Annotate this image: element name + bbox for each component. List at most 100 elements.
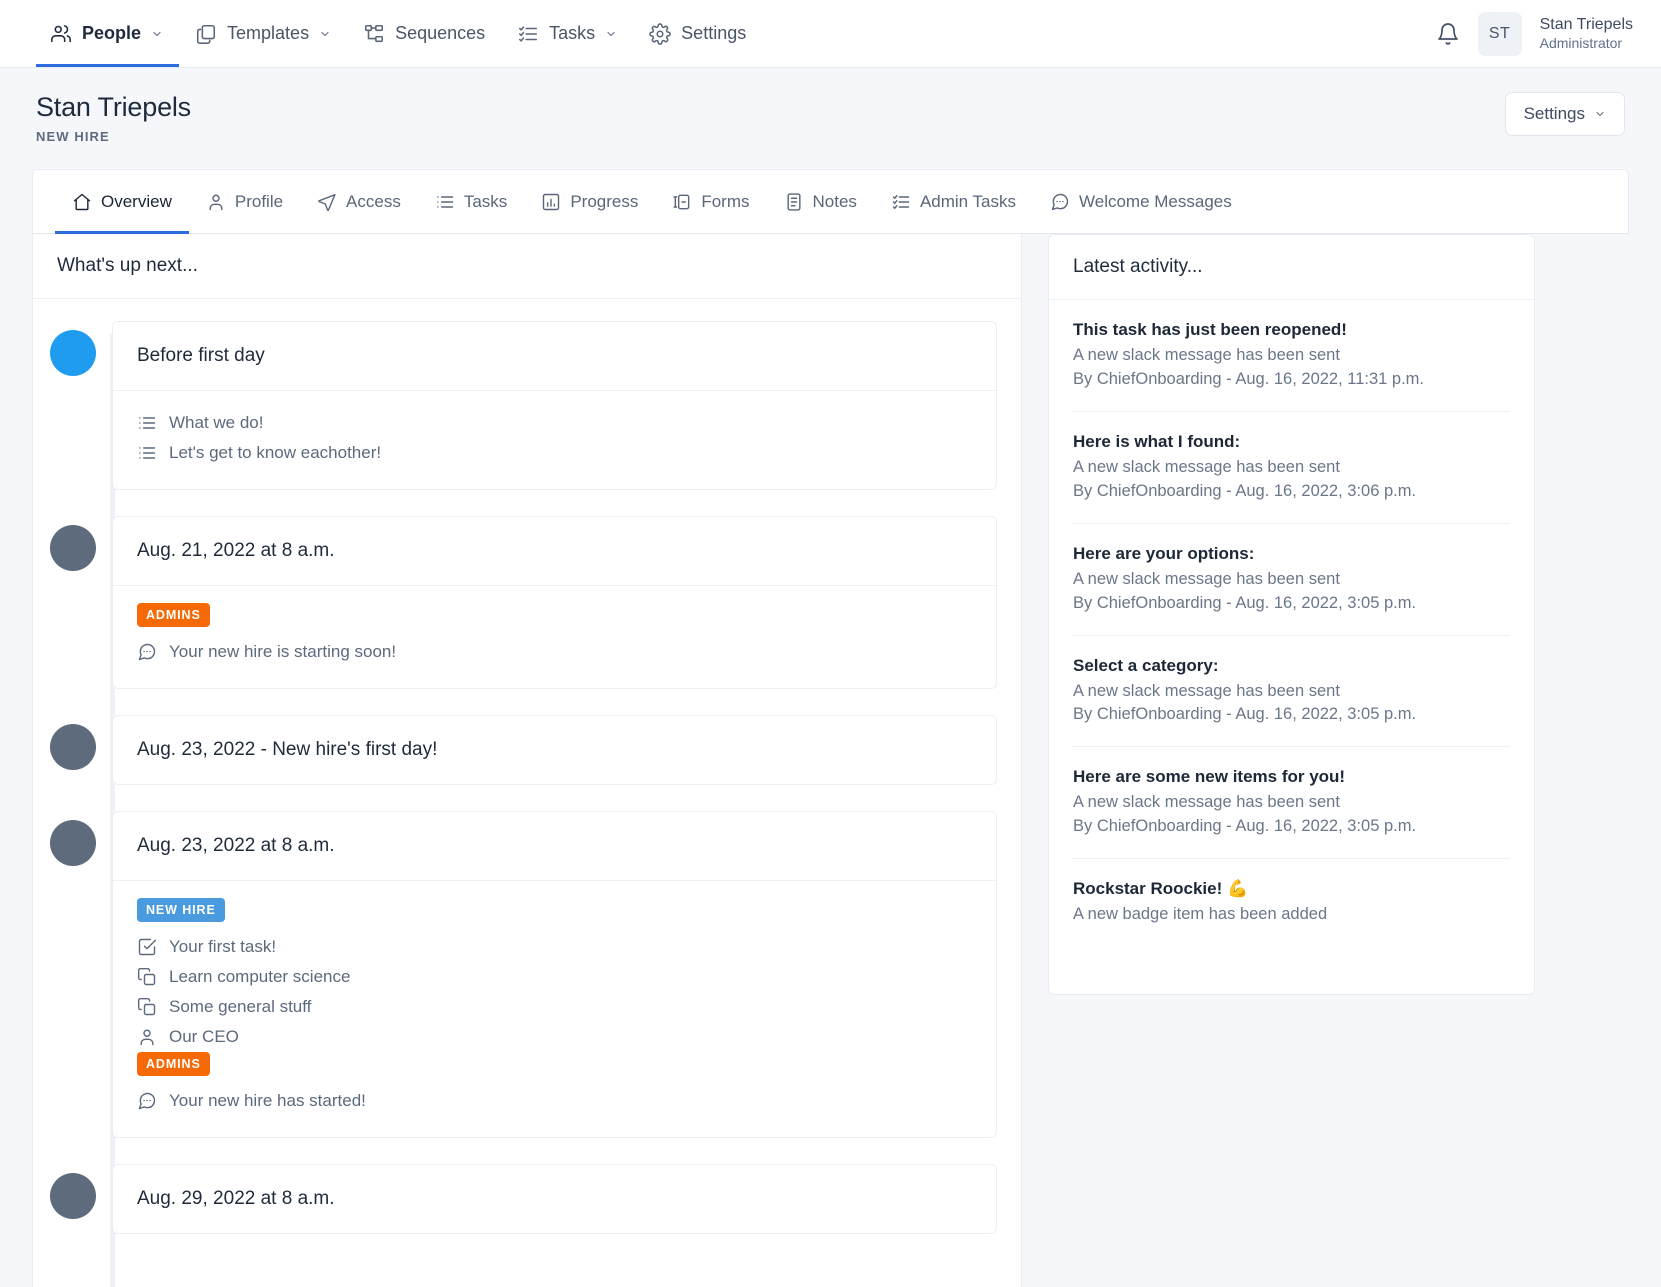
user-icon [137,1027,157,1047]
activity-subtitle: A new slack message has been sent [1073,681,1340,700]
tab-profile[interactable]: Profile [189,170,300,233]
tab-label: Profile [234,191,284,211]
timeline-card[interactable]: Aug. 21, 2022 at 8 a.m. ADMINS Your new hi… [112,516,997,689]
tab-progress[interactable]: Progress [524,170,655,233]
tab-welcome-messages[interactable]: Welcome Messages [1033,170,1249,233]
nav-item-people[interactable]: People [36,0,180,67]
home-icon [72,192,92,212]
main-content: What's up next... Before first day What w… [0,234,1661,1287]
timeline-dot [49,525,96,571]
timeline-row: Aug. 29, 2022 at 8 a.m. [33,1164,1021,1260]
nav-item-label: Sequences [395,23,486,43]
list-item[interactable]: Let's get to know eachother! [137,438,972,468]
timeline-row: Before first day What we do! Let's get to … [33,321,1021,516]
list-item[interactable]: Your first task! [137,932,972,962]
list-item[interactable]: Your new hire has started! [137,1086,972,1116]
timeline-card[interactable]: Aug. 23, 2022 - New hire's first day! [112,715,997,785]
timeline-dot-cell [33,516,112,689]
latest-activity-panel: Latest activity... This task has just be… [1048,234,1535,995]
tab-label: Overview [101,191,172,211]
activity-item[interactable]: Here are your options: A new slack messag… [1073,524,1510,636]
message-icon [137,642,157,662]
message-icon [1050,192,1070,212]
activity-subtitle: A new slack message has been sent [1073,793,1340,812]
note-icon [784,192,804,212]
timeline-dot [49,820,96,866]
timeline-dot [49,1173,96,1219]
tab-overview[interactable]: Overview [55,170,189,234]
list-item-label: Some general stuff [169,997,312,1016]
activity-item[interactable]: Rockstar Roockie! 💪 A new badge item has … [1073,859,1510,946]
timeline-row: Aug. 23, 2022 at 8 a.m. NEW HIRE Your firs… [33,811,1021,1164]
tabs-container: Overview Profile Access Tasks Progress Forms N… [32,169,1629,234]
timeline-card[interactable]: Aug. 29, 2022 at 8 a.m. [112,1164,997,1234]
nav-item-label: People [82,23,142,43]
tab-admin-tasks[interactable]: Admin Tasks [874,170,1033,233]
tab-notes[interactable]: Notes [767,170,874,233]
status-badge: NEW HIRE [137,898,225,922]
list-item[interactable]: Learn computer science [137,962,972,992]
top-nav-right: ST Stan Triepels Administrator [1436,11,1661,56]
tab-label: Progress [570,191,639,211]
nav-item-sequences[interactable]: Sequences [347,0,501,67]
activity-subtitle: A new slack message has been sent [1073,346,1340,364]
user-info[interactable]: Stan Triepels Administrator [1540,15,1633,53]
activity-item[interactable]: Select a category: A new slack message ha… [1073,636,1510,748]
list-item-label: Your first task! [169,937,277,956]
whats-next-heading: What's up next... [33,234,1021,299]
timeline-row: Aug. 23, 2022 - New hire's first day! [33,715,1021,811]
activity-item[interactable]: Here is what I found: A new slack message… [1073,412,1510,524]
tab-tasks[interactable]: Tasks [418,170,524,233]
activity-title: Rockstar Roockie! 💪 [1073,879,1249,899]
timeline-card-body: What we do! Let's get to know eachother! [113,390,996,489]
timeline-card[interactable]: Before first day What we do! Let's get to … [112,321,997,490]
list-item-label: Our CEO [169,1027,239,1046]
settings-button-label: Settings [1523,104,1585,123]
tab-access[interactable]: Access [300,170,418,233]
form-icon [672,192,692,212]
timeline-card-body: NEW HIRE Your first task! Learn computer s… [113,880,996,1137]
latest-activity-scroll[interactable]: This task has just been reopened! A new s… [1049,300,1534,994]
chevron-down-icon [153,31,161,36]
activity-item[interactable]: Here are some new items for you! A new sl… [1073,747,1510,860]
timeline-card-title: Aug. 29, 2022 at 8 a.m. [137,1188,335,1209]
latest-activity-heading: Latest activity... [1049,235,1534,300]
tab-label: Tasks [463,191,508,211]
list-item[interactable]: Your new hire is starting soon! [137,637,972,667]
checklist-icon [891,192,911,212]
activity-subtitle: A new slack message has been sent [1073,457,1340,476]
list-item[interactable]: Some general stuff [137,992,972,1022]
chevron-down-icon [321,31,329,36]
timeline-row: Aug. 21, 2022 at 8 a.m. ADMINS Your new hi… [33,516,1021,715]
tab-list: Overview Profile Access Tasks Progress Forms N… [33,170,1628,234]
activity-list: This task has just been reopened! A new s… [1049,300,1534,946]
whats-next-scroll[interactable]: Before first day What we do! Let's get to … [33,299,1021,1287]
avatar[interactable]: ST [1477,11,1522,56]
list-item[interactable]: What we do! [137,408,972,438]
list-item-label: Your new hire has started! [169,1091,366,1110]
activity-meta: By ChiefOnboarding - Aug. 16, 2022, 11:3… [1073,369,1425,388]
nav-item-templates[interactable]: Templates [179,0,347,67]
bell-icon[interactable] [1436,22,1460,46]
timeline-card[interactable]: Aug. 23, 2022 at 8 a.m. NEW HIRE Your firs… [112,811,997,1138]
tab-label: Forms [701,191,750,211]
nav-item-tasks[interactable]: Tasks [501,0,633,67]
page-header: Stan Triepels NEW HIRE Settings [0,68,1661,144]
chevron-down-icon [607,31,615,36]
tab-forms[interactable]: Forms [655,170,766,233]
activity-title: This task has just been reopened! [1073,320,1347,339]
nav-item-settings[interactable]: Settings [633,0,762,67]
whats-next-panel: What's up next... Before first day What w… [32,234,1022,1287]
list-item-label: Let's get to know eachother! [169,443,382,462]
timeline-card-body: ADMINS Your new hire is starting soon! [113,585,996,688]
tasks-icon [517,23,539,45]
settings-button[interactable]: Settings [1504,92,1625,136]
templates-icon [195,23,217,45]
list-item[interactable]: Our CEO [137,1022,972,1052]
activity-item[interactable]: This task has just been reopened! A new s… [1073,300,1510,412]
timeline-dot-cell [33,715,112,785]
nav-item-label: Tasks [549,23,596,43]
list-icon [435,192,455,212]
list-item-label: What we do! [169,413,264,432]
timeline-card-title: Aug. 23, 2022 at 8 a.m. [137,835,335,856]
